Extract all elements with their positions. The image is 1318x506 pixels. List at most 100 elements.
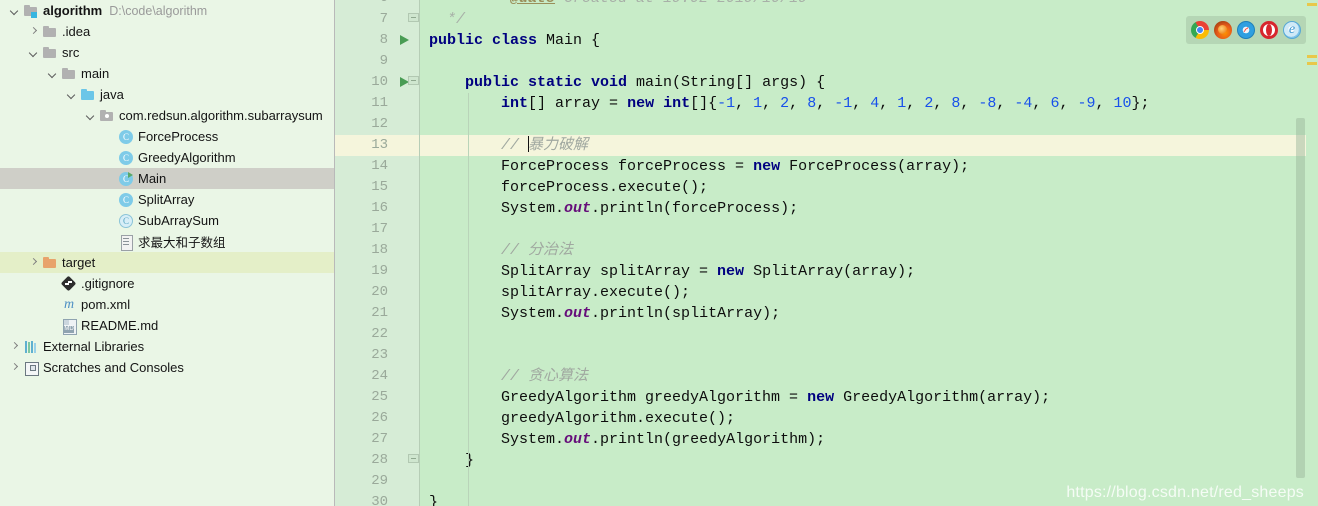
line-number: 22	[371, 326, 388, 342]
code-token: public static void	[465, 74, 637, 91]
tree-no-arrow	[103, 214, 116, 227]
caret-line-highlight-marker	[394, 135, 420, 156]
code-token: ,	[1095, 95, 1114, 112]
tree-item-subarraysum[interactable]: C SubArraySum	[0, 210, 334, 231]
tree-item-greedyalgorithm[interactable]: C GreedyAlgorithm	[0, 147, 334, 168]
safari-icon[interactable]	[1237, 21, 1255, 39]
code-line[interactable]: forceProcess.execute();	[429, 177, 708, 198]
chrome-icon[interactable]	[1191, 21, 1209, 39]
code-token: ,	[906, 95, 925, 112]
tree-item-splitarray[interactable]: C SplitArray	[0, 189, 334, 210]
code-token: // 贪心算法	[501, 368, 589, 385]
tree-item-label: External Libraries	[43, 339, 145, 354]
code-line[interactable]: GreedyAlgorithm greedyAlgorithm = new Gr…	[429, 387, 1050, 408]
tree-item-path: D:\code\algorithm	[109, 3, 208, 18]
code-line[interactable]: // 贪心算法	[429, 366, 588, 387]
project-tree[interactable]: algorithm D:\code\algorithm .idea src main ja…	[0, 0, 334, 378]
tree-item-[interactable]: 求最大和子数组	[0, 231, 334, 252]
code-token: -1	[834, 95, 853, 112]
code-line[interactable]: // 分治法	[429, 240, 573, 261]
code-token: new	[753, 158, 790, 175]
scrollbar-thumb[interactable]	[1296, 118, 1305, 478]
code-editor[interactable]: 6789101112131415161718192021222324252627…	[335, 0, 1318, 506]
tree-item-algorithm[interactable]: algorithm D:\code\algorithm	[0, 0, 334, 21]
chevron-down-icon[interactable]	[27, 46, 40, 59]
tree-item-com-redsun-algorithm-subarraysum[interactable]: com.redsun.algorithm.subarraysum	[0, 105, 334, 126]
fold-handle-comment-end[interactable]	[408, 13, 419, 26]
chevron-right-icon[interactable]	[8, 340, 21, 353]
code-line[interactable]: SplitArray splitArray = new SplitArray(a…	[429, 261, 915, 282]
run-gutter-icon[interactable]	[400, 35, 409, 45]
tree-item-main[interactable]: main	[0, 63, 334, 84]
sidebar-bottom-strip	[0, 494, 334, 506]
code-token: ,	[996, 95, 1015, 112]
tree-item-external-libraries[interactable]: External Libraries	[0, 336, 334, 357]
maven-icon: m	[63, 296, 75, 312]
code-line[interactable]: System.out.println(greedyAlgorithm);	[429, 429, 825, 450]
project-tree-panel[interactable]: algorithm D:\code\algorithm .idea src main ja…	[0, 0, 335, 506]
tree-item-readme-md[interactable]: MD README.md	[0, 315, 334, 336]
code-text-area[interactable]: @date Created at 19:02 2019/10/19 */ publ…	[420, 0, 1318, 506]
tree-item-scratches-and-consoles[interactable]: Scratches and Consoles	[0, 357, 334, 378]
line-number: 7	[379, 11, 388, 27]
chevron-down-icon[interactable]	[46, 67, 59, 80]
code-line[interactable]: System.out.println(splitArray);	[429, 303, 780, 324]
code-token: 暴力破解	[528, 137, 589, 154]
tree-no-arrow	[103, 130, 116, 143]
tree-item-pom-xml[interactable]: m pom.xml	[0, 294, 334, 315]
chevron-right-icon[interactable]	[8, 361, 21, 374]
code-line[interactable]: }	[429, 492, 438, 506]
chevron-right-icon[interactable]	[27, 256, 40, 269]
editor-marker-gutter[interactable]	[394, 0, 420, 506]
warning-marker[interactable]	[1307, 62, 1317, 65]
tree-item-label: ForceProcess	[138, 129, 219, 144]
line-number: 6	[338, 0, 388, 9]
code-line[interactable]: System.out.println(forceProcess);	[429, 198, 798, 219]
code-token: greedyAlgorithm.execute();	[429, 410, 736, 427]
code-line[interactable]: ForceProcess forceProcess = new ForcePro…	[429, 156, 969, 177]
tree-item-src[interactable]: src	[0, 42, 334, 63]
tree-item-idea[interactable]: .idea	[0, 21, 334, 42]
code-line[interactable]: greedyAlgorithm.execute();	[429, 408, 735, 429]
chevron-down-icon[interactable]	[8, 4, 21, 17]
tree-item-java[interactable]: java	[0, 84, 334, 105]
line-number: 9	[379, 53, 388, 69]
git-icon	[61, 276, 77, 292]
chevron-down-icon[interactable]	[65, 88, 78, 101]
tree-item-gitignore[interactable]: .gitignore	[0, 273, 334, 294]
error-stripe[interactable]	[1306, 0, 1318, 506]
line-number: 11	[371, 95, 388, 111]
code-line[interactable]: */	[429, 9, 465, 30]
ie-icon[interactable]: e	[1283, 21, 1301, 39]
open-in-browser-toolbar[interactable]: e	[1186, 16, 1306, 44]
tree-item-forceprocess[interactable]: C ForceProcess	[0, 126, 334, 147]
tree-item-label: .gitignore	[81, 276, 135, 291]
code-token: ,	[789, 95, 808, 112]
code-line[interactable]: // 暴力破解	[429, 135, 588, 156]
code-line[interactable]: @date Created at 19:02 2019/10/19	[429, 0, 807, 9]
code-line[interactable]: public static void main(String[] args) {	[429, 72, 825, 93]
vertical-scrollbar[interactable]	[1295, 0, 1306, 506]
code-line[interactable]: public class Main {	[429, 30, 600, 51]
opera-icon[interactable]	[1260, 21, 1278, 39]
code-token: 8	[807, 95, 817, 112]
code-token: -1	[717, 95, 736, 112]
folder-source-icon	[80, 87, 96, 103]
code-token: // 分治法	[501, 242, 574, 259]
java-class-icon: C	[118, 150, 134, 166]
warning-marker[interactable]	[1307, 55, 1317, 58]
tree-item-target[interactable]: target	[0, 252, 334, 273]
code-token: System.	[429, 200, 565, 217]
tree-item-label: SplitArray	[138, 192, 195, 207]
code-line[interactable]: int[] array = new int[]{-1, 1, 2, 8, -1,…	[429, 93, 1150, 114]
fold-handle-method[interactable]	[408, 76, 419, 89]
fold-handle-method-end[interactable]	[408, 454, 419, 467]
warning-marker[interactable]	[1307, 3, 1317, 6]
line-number-gutter[interactable]: 6 7 8 9 10 11 12 13 14 15 16 17 18 19 20 21 22 23 24 25 26 27…	[335, 0, 394, 506]
firefox-icon[interactable]	[1214, 21, 1232, 39]
tree-item-main[interactable]: C Main	[0, 168, 334, 189]
tree-no-arrow	[103, 235, 116, 248]
chevron-down-icon[interactable]	[84, 109, 97, 122]
chevron-right-icon[interactable]	[27, 25, 40, 38]
